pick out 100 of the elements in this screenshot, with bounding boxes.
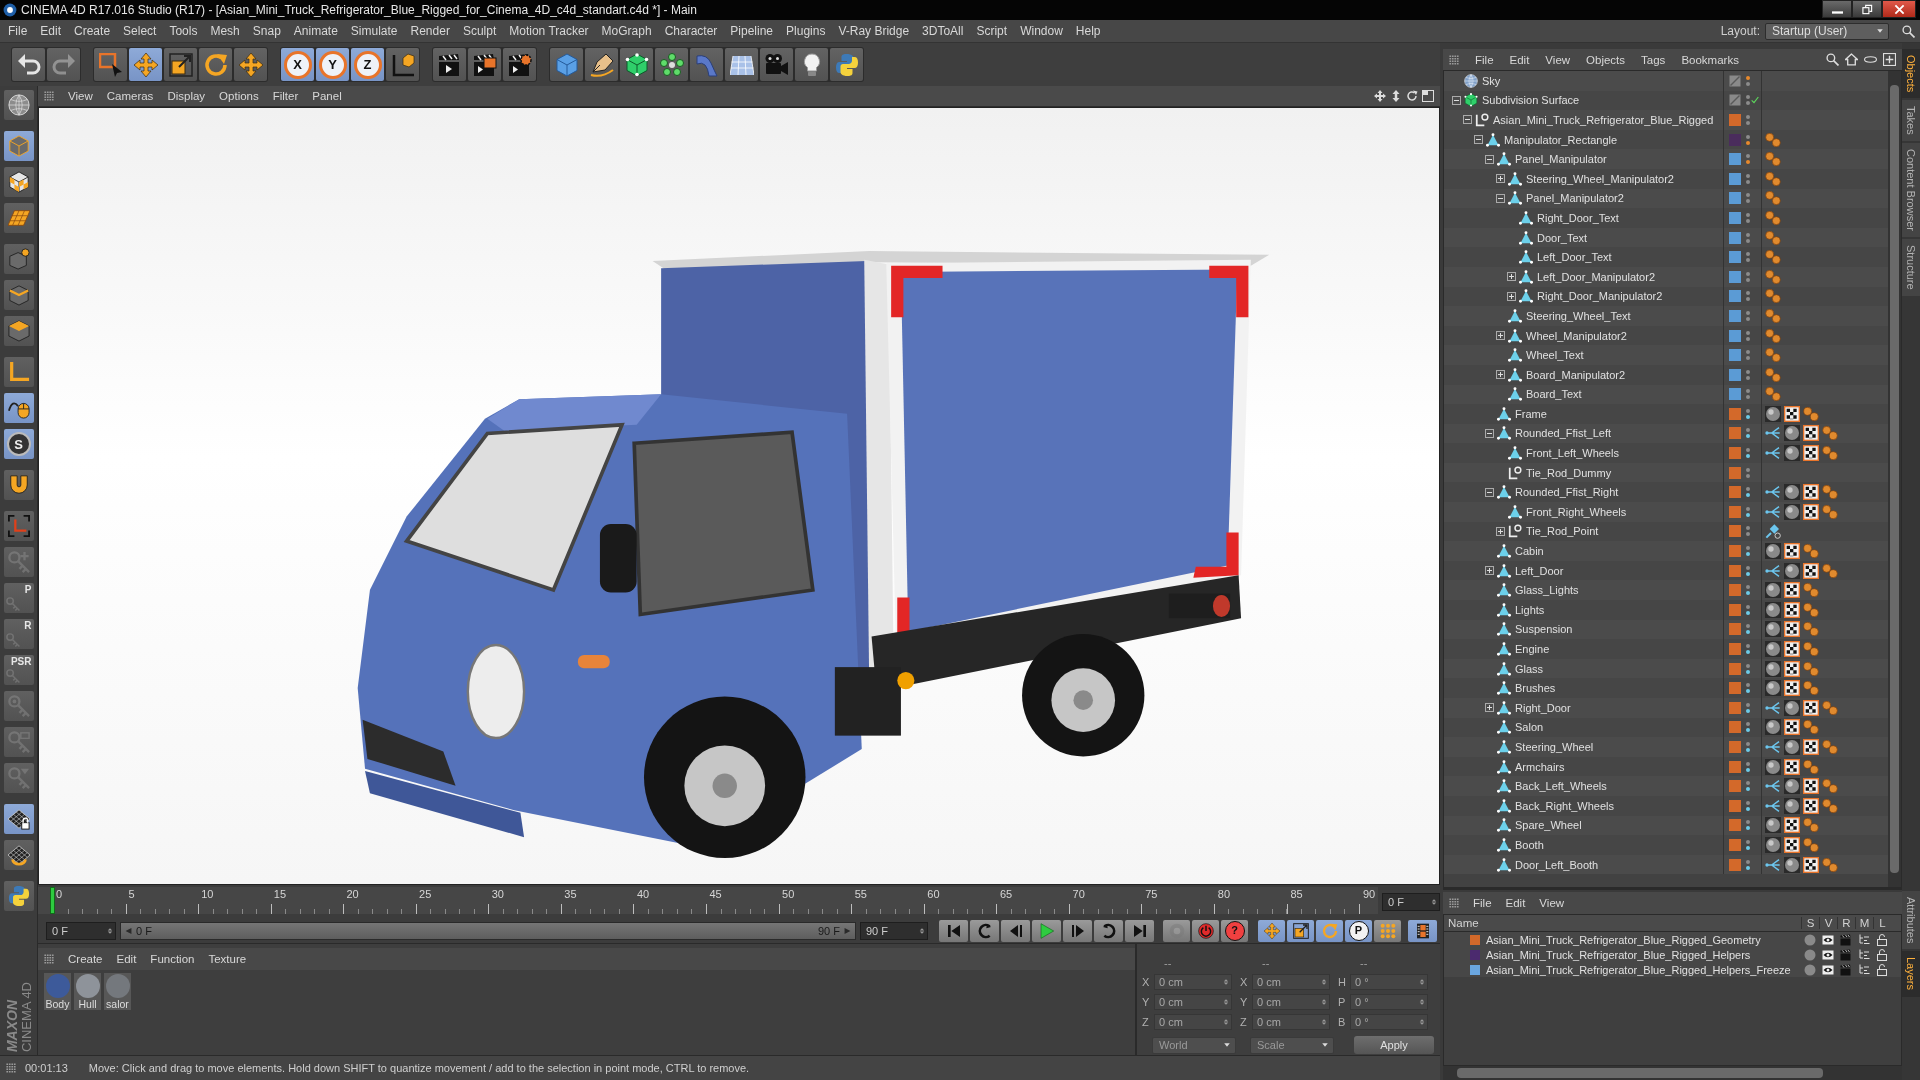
layer-swatch[interactable] bbox=[1729, 564, 1741, 577]
editor-dot-icon[interactable] bbox=[1746, 350, 1750, 355]
scale-tool-button[interactable] bbox=[1287, 919, 1314, 942]
collapse-icon[interactable] bbox=[1474, 135, 1483, 145]
render-dot-icon[interactable] bbox=[1746, 277, 1750, 282]
layer-swatch[interactable] bbox=[1729, 486, 1741, 499]
coordinate-field[interactable]: 0 ° bbox=[1350, 994, 1428, 1010]
render-dot-icon[interactable] bbox=[1746, 473, 1750, 478]
panel-tab[interactable]: Content Browser bbox=[1902, 143, 1920, 237]
magnet-button[interactable] bbox=[3, 470, 34, 500]
render-dot-icon[interactable] bbox=[1746, 434, 1750, 439]
next-frame-button[interactable] bbox=[1063, 919, 1092, 942]
object-row[interactable]: Steering_Wheel_Manipulator2 bbox=[1444, 168, 1888, 189]
menu-item[interactable]: Tools bbox=[169, 24, 198, 38]
object-row[interactable]: Rounded_Ffist_Right bbox=[1444, 482, 1888, 503]
layer-swatch[interactable] bbox=[1729, 447, 1741, 460]
editor-dot-icon[interactable] bbox=[1746, 467, 1750, 472]
editor-dot-icon[interactable] bbox=[1746, 291, 1750, 296]
render-dot-icon[interactable] bbox=[1746, 552, 1750, 557]
axis-mode-button[interactable] bbox=[3, 357, 34, 387]
column-header[interactable]: M bbox=[1855, 917, 1873, 929]
menu-item[interactable]: Select bbox=[123, 24, 157, 38]
minimize-button[interactable] bbox=[1822, 0, 1852, 18]
column-header[interactable]: R bbox=[1837, 917, 1855, 929]
object-row[interactable]: Glass_Lights bbox=[1444, 580, 1888, 601]
menu-item[interactable]: MoGraph bbox=[601, 24, 652, 38]
layer-swatch[interactable] bbox=[1729, 290, 1741, 303]
polygons-mode-button[interactable] bbox=[3, 316, 34, 346]
object-row[interactable]: Engine bbox=[1444, 639, 1888, 659]
render-dot-icon[interactable] bbox=[1746, 787, 1750, 792]
editor-dot-icon[interactable] bbox=[1746, 389, 1750, 394]
object-row[interactable]: Wheel_Manipulator2 bbox=[1444, 325, 1888, 346]
object-row[interactable]: Tie_Rod_Dummy bbox=[1444, 462, 1888, 483]
layer-swatch[interactable] bbox=[1729, 211, 1741, 224]
menu-item[interactable]: Pipeline bbox=[730, 24, 774, 38]
menu-item[interactable]: View bbox=[1545, 53, 1571, 66]
object-row[interactable]: Brushes bbox=[1444, 678, 1888, 698]
expand-icon[interactable] bbox=[1496, 526, 1505, 536]
object-row[interactable]: Door_Text bbox=[1444, 227, 1888, 248]
layer-swatch[interactable] bbox=[1729, 505, 1741, 518]
move-tool-button[interactable] bbox=[129, 48, 162, 81]
coordinate-field[interactable]: 0 cm bbox=[1154, 994, 1232, 1010]
render-dot-icon[interactable] bbox=[1746, 395, 1750, 400]
expand-icon[interactable] bbox=[1496, 174, 1505, 184]
horizontal-scrollbar[interactable] bbox=[1443, 1066, 1902, 1080]
editor-dot-icon[interactable] bbox=[1746, 95, 1750, 100]
collapse-icon[interactable] bbox=[1452, 95, 1461, 105]
menu-item[interactable]: Create bbox=[74, 24, 111, 38]
object-row[interactable]: Panel_Manipulator bbox=[1444, 149, 1888, 169]
editor-dot-icon[interactable] bbox=[1746, 408, 1750, 413]
editor-dot-icon[interactable] bbox=[1746, 526, 1750, 531]
object-row[interactable]: Board_Manipulator2 bbox=[1444, 364, 1888, 385]
coordinate-field[interactable]: 0 cm bbox=[1154, 1014, 1232, 1030]
object-row[interactable]: Right_Door_Manipulator2 bbox=[1444, 286, 1888, 307]
editor-dot-icon[interactable] bbox=[1746, 252, 1750, 257]
panel-tab[interactable]: Attributes bbox=[1902, 891, 1920, 950]
render-picture-button[interactable] bbox=[468, 48, 501, 81]
restore-button[interactable] bbox=[1852, 0, 1882, 18]
object-row[interactable]: Frame bbox=[1444, 404, 1888, 424]
editor-dot-icon[interactable] bbox=[1746, 663, 1750, 668]
layer-swatch[interactable] bbox=[1729, 701, 1741, 714]
collapse-icon[interactable] bbox=[1485, 154, 1494, 164]
render-dot-icon[interactable] bbox=[1746, 375, 1750, 380]
editor-dot-icon[interactable] bbox=[1746, 839, 1750, 844]
end-frame-field[interactable]: 90 F bbox=[860, 921, 928, 940]
menu-item[interactable]: Edit bbox=[116, 953, 137, 965]
model-mode-button[interactable] bbox=[3, 131, 34, 161]
coordinate-field[interactable]: 0 cm bbox=[1252, 994, 1330, 1010]
menu-item[interactable]: Cameras bbox=[106, 90, 154, 102]
floor-button[interactable] bbox=[725, 48, 758, 81]
editor-dot-icon[interactable] bbox=[1746, 212, 1750, 217]
menu-item[interactable]: Motion Tracker bbox=[509, 24, 589, 38]
menu-item[interactable]: Simulate bbox=[350, 24, 398, 38]
editor-dot-icon[interactable] bbox=[1746, 820, 1750, 825]
editor-dot-icon[interactable] bbox=[1746, 154, 1750, 159]
editor-dot-icon[interactable] bbox=[1746, 546, 1750, 551]
move-tool-button[interactable] bbox=[1258, 919, 1285, 942]
editor-dot-icon[interactable] bbox=[1746, 781, 1750, 786]
object-row[interactable]: Manipulator_Rectangle bbox=[1444, 129, 1888, 150]
layer-row[interactable]: Asian_Mini_Truck_Refrigerator_Blue_Rigged_Helpers_Freeze bbox=[1444, 962, 1901, 977]
menu-item[interactable]: Panel bbox=[312, 90, 342, 102]
editor-dot-icon[interactable] bbox=[1746, 271, 1750, 276]
light-button[interactable] bbox=[795, 48, 828, 81]
menu-item[interactable]: Animate bbox=[293, 24, 338, 38]
render-dot-icon[interactable] bbox=[1746, 121, 1750, 125]
render-dot-icon[interactable] bbox=[1746, 748, 1750, 752]
material-item[interactable]: Hull bbox=[74, 973, 101, 1010]
object-row[interactable]: Steering_Wheel bbox=[1444, 737, 1888, 757]
material-item[interactable]: salor bbox=[104, 973, 131, 1010]
expand-icon[interactable] bbox=[1485, 703, 1494, 713]
menu-item[interactable]: View bbox=[68, 90, 93, 102]
editor-dot-icon[interactable] bbox=[1746, 859, 1750, 864]
column-header[interactable]: S bbox=[1801, 917, 1819, 929]
menu-item[interactable]: File bbox=[8, 24, 28, 38]
layer-swatch[interactable] bbox=[1729, 407, 1741, 420]
editor-dot-icon[interactable] bbox=[1746, 585, 1750, 590]
pen-button[interactable] bbox=[585, 48, 618, 81]
auto-record-button[interactable] bbox=[1192, 919, 1219, 942]
object-row[interactable]: Tie_Rod_Point bbox=[1444, 521, 1888, 542]
render-dot-icon[interactable] bbox=[1746, 218, 1750, 223]
